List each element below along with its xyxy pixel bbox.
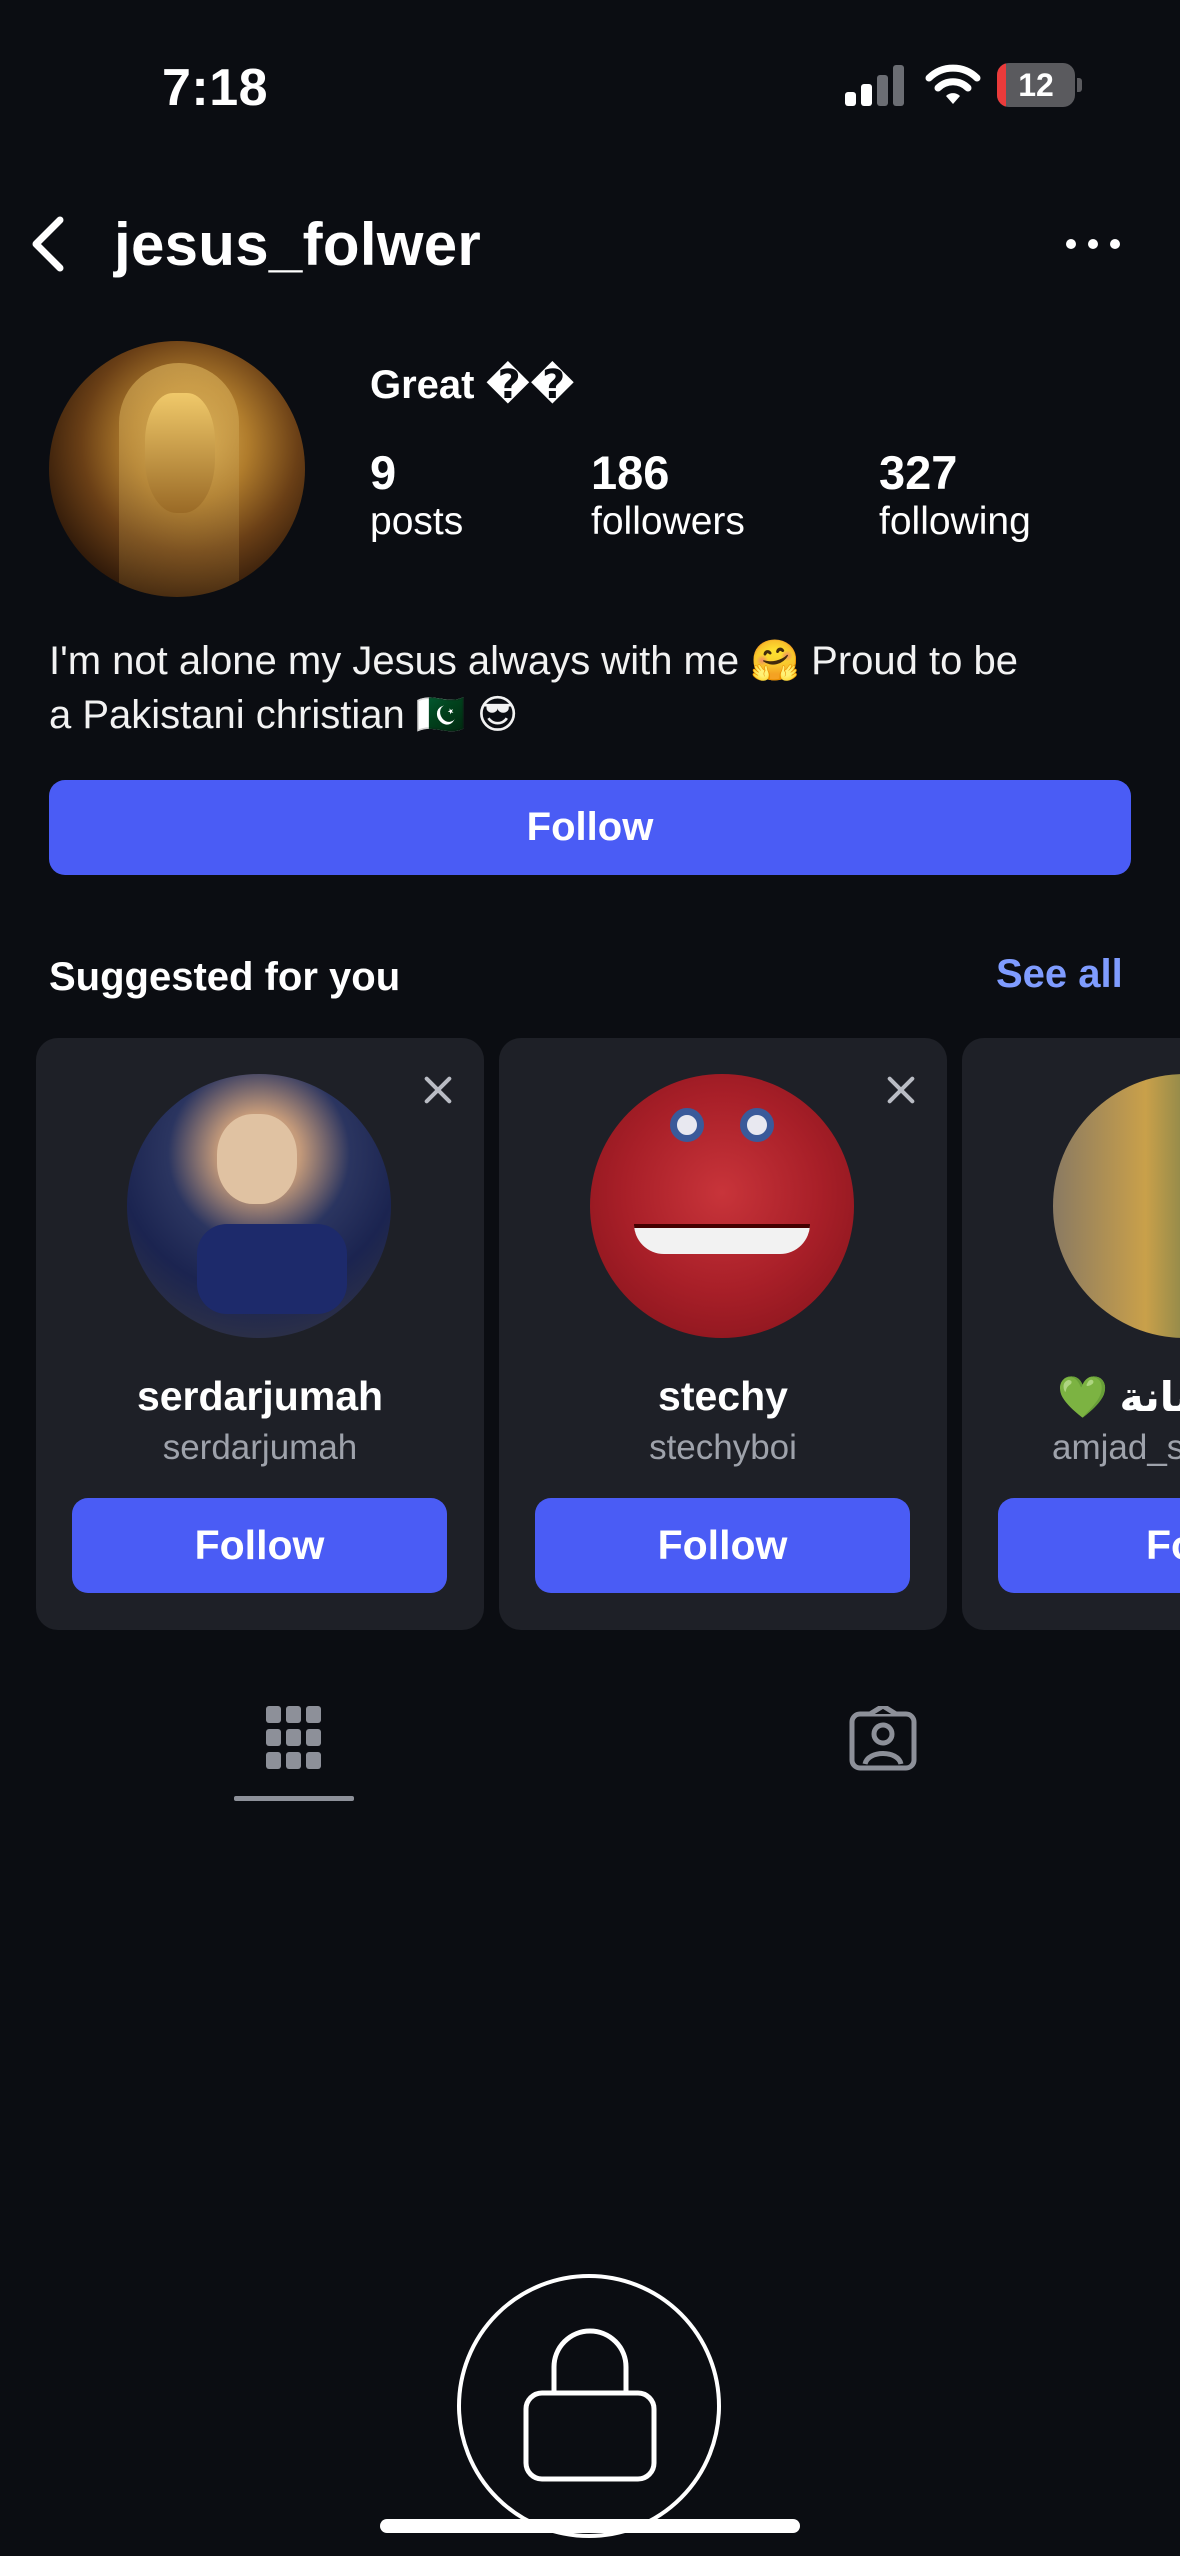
suggested-follow-button[interactable]: Follow (535, 1498, 910, 1593)
cellular-signal-icon (845, 64, 905, 106)
tagged-posts-tab-icon[interactable] (848, 1706, 918, 1772)
posts-grid-tab-icon[interactable] (266, 1706, 322, 1770)
stat-posts-label: posts (370, 500, 464, 543)
stat-following-label: following (879, 500, 1031, 543)
suggested-name: 💚 بانة (1057, 1374, 1180, 1420)
stat-posts-value: 9 (370, 446, 397, 499)
battery-level: 12 (1018, 67, 1054, 103)
dismiss-icon[interactable] (422, 1074, 454, 1106)
stat-following-value: 327 (879, 446, 958, 499)
suggested-follow-button[interactable]: Follow (72, 1498, 447, 1593)
suggested-avatar[interactable] (590, 1074, 854, 1338)
more-options-icon[interactable] (1066, 236, 1120, 252)
battery-icon: 12 (997, 63, 1082, 107)
suggested-card[interactable]: stechy stechyboi Follow (499, 1038, 947, 1630)
suggested-handle: stechyboi (649, 1428, 797, 1467)
bio-line-2: a Pakistani christian 🇵🇰 😎 (49, 693, 519, 737)
bio-line-1: I'm not alone my Jesus always with me 🤗 … (49, 639, 1018, 683)
stat-following[interactable]: 327 following (879, 445, 1031, 544)
suggested-avatar[interactable] (127, 1074, 391, 1338)
back-chevron-icon[interactable] (26, 214, 70, 274)
status-time: 7:18 (162, 59, 269, 117)
dismiss-icon[interactable] (885, 1074, 917, 1106)
suggested-follow-button[interactable]: Follow (998, 1498, 1180, 1593)
see-all-link[interactable]: See all (996, 952, 1123, 997)
home-indicator[interactable] (380, 2519, 800, 2533)
suggested-card[interactable]: serdarjumah serdarjumah Follow (36, 1038, 484, 1630)
suggested-handle: amjad_s (1052, 1428, 1180, 1467)
suggested-handle: serdarjumah (162, 1428, 358, 1467)
suggested-avatar[interactable] (1053, 1074, 1180, 1338)
follow-button[interactable]: Follow (49, 780, 1131, 875)
stat-followers-label: followers (591, 500, 745, 543)
suggested-title: Suggested for you (49, 955, 401, 999)
wifi-icon (925, 64, 981, 104)
suggested-name: serdarjumah (136, 1373, 384, 1419)
suggested-name: stechy (658, 1373, 788, 1419)
profile-avatar[interactable] (49, 341, 305, 597)
stat-followers[interactable]: 186 followers (591, 445, 745, 544)
suggested-card[interactable]: 💚 بانة amjad_s Follow (962, 1038, 1180, 1630)
active-tab-indicator (234, 1796, 354, 1801)
stat-posts[interactable]: 9 posts (370, 445, 463, 544)
stat-followers-value: 186 (591, 446, 670, 499)
display-name: Great �� (370, 363, 575, 407)
lock-icon (523, 2328, 657, 2482)
profile-bio: I'm not alone my Jesus always with me 🤗 … (49, 634, 1149, 742)
profile-username: jesus_folwer (114, 211, 482, 278)
